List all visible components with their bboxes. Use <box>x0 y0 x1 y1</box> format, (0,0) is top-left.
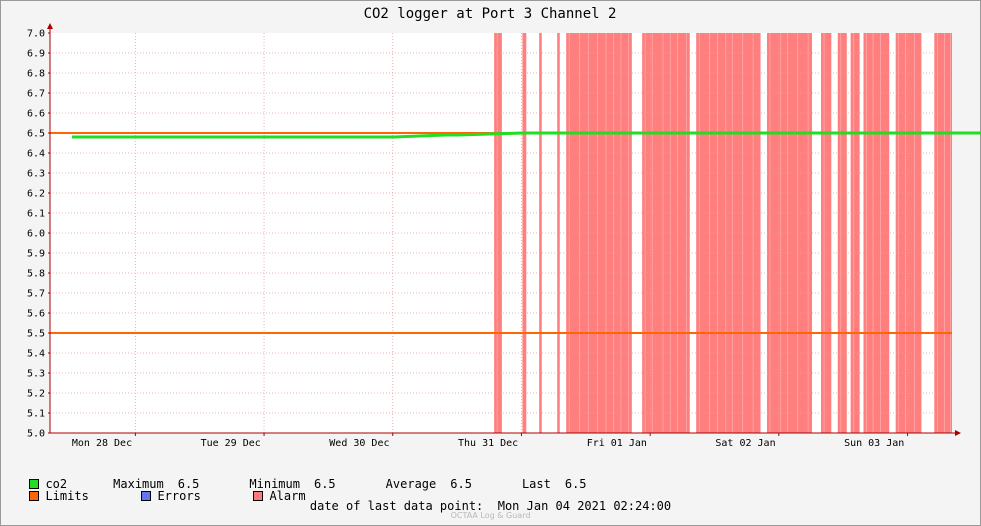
x-tick-label: Sat 02 Jan <box>715 438 775 449</box>
x-tick-label: Mon 28 Dec <box>72 438 132 449</box>
y-tick-label: 6.0 <box>27 229 45 240</box>
last-value: 6.5 <box>564 477 587 491</box>
y-tick-label: 5.3 <box>27 369 45 380</box>
y-tick-label: 5.2 <box>27 389 45 400</box>
x-axis-arrow <box>955 430 961 436</box>
last-label: Last <box>521 477 551 491</box>
y-tick-label: 6.6 <box>27 109 45 120</box>
x-tick-label: Sun 03 Jan <box>844 438 904 449</box>
y-tick-label: 7.0 <box>27 29 45 40</box>
x-tick-label: Wed 30 Dec <box>329 438 389 449</box>
y-tick-label: 5.8 <box>27 269 45 280</box>
y-axis-arrow <box>47 23 53 29</box>
alarm-band <box>934 33 952 433</box>
y-tick-label: 5.9 <box>27 249 45 260</box>
avg-label: Average <box>385 477 437 491</box>
y-tick-label: 6.8 <box>27 69 45 80</box>
y-tick-label: 6.4 <box>27 149 45 160</box>
watermark: OCTAA Log & Guard <box>450 511 531 520</box>
y-tick-label: 6.7 <box>27 89 45 100</box>
y-tick-label: 6.1 <box>27 209 45 220</box>
x-tick-label: Thu 31 Dec <box>458 438 518 449</box>
y-tick-label: 5.5 <box>27 329 45 340</box>
avg-value: 6.5 <box>450 477 472 491</box>
legend-row-limits: Limits Errors Alarm <box>15 475 306 503</box>
min-value: 6.5 <box>313 477 336 491</box>
y-tick-label: 6.3 <box>27 169 45 180</box>
alarm-band <box>863 33 890 433</box>
y-tick-label: 5.4 <box>27 349 45 360</box>
y-tick-label: 6.2 <box>27 189 45 200</box>
x-tick-label: Tue 29 Dec <box>201 438 261 449</box>
y-tick-label: 5.7 <box>27 289 45 300</box>
chart-title: CO2 logger at Port 3 Channel 2 <box>364 6 617 22</box>
y-tick-label: 6.9 <box>27 49 45 60</box>
y-tick-label: 6.5 <box>27 129 45 140</box>
y-tick-label: 5.1 <box>27 409 45 420</box>
y-tick-label: 5.0 <box>27 429 45 440</box>
y-tick-label: 5.6 <box>27 309 45 320</box>
x-tick-label: Fri 01 Jan <box>587 438 647 449</box>
chart: 5.0 5.1 5.2 5.3 5.4 5.5 5.6 5.7 5.8 5.9 6.0 6.1 6.2 6… <box>27 6 981 449</box>
alarm-band <box>821 33 832 433</box>
